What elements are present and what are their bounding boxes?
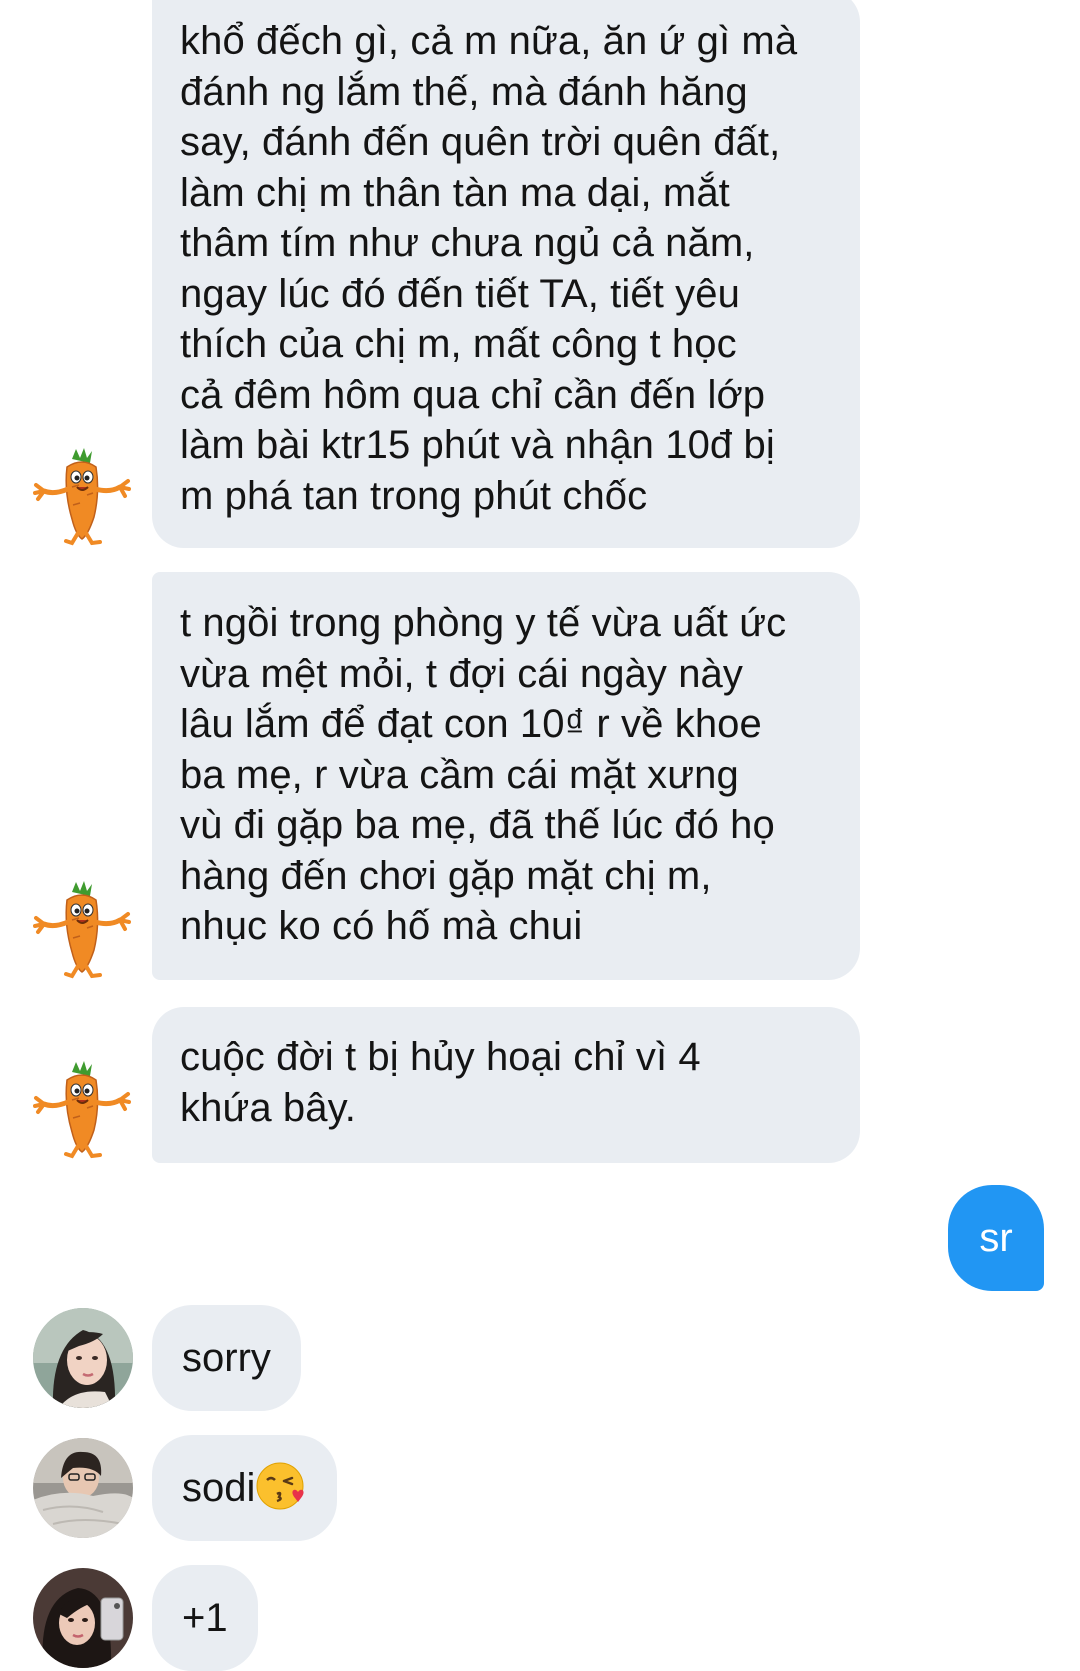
message-text: sodi	[182, 1466, 256, 1510]
message-bubble[interactable]: sodi	[152, 1435, 338, 1541]
message-bubble[interactable]: cuộc đời t bị hủy hoại chỉ vì 4 khứa bây…	[152, 1007, 860, 1163]
carrot-avatar-icon[interactable]	[32, 447, 132, 547]
sent-message-bubble[interactable]: sr	[948, 1185, 1044, 1291]
message-bubble[interactable]: +1	[152, 1565, 258, 1671]
user-avatar[interactable]	[33, 1438, 133, 1538]
message-bubble[interactable]: sorry	[152, 1305, 301, 1411]
face-blowing-kiss-emoji	[256, 1462, 304, 1510]
user-avatar[interactable]	[33, 1308, 133, 1408]
message-bubble[interactable]: khổ đếch gì, cả m nữa, ăn ứ gì mà đánh n…	[152, 0, 860, 548]
message-bubble[interactable]: t ngồi trong phòng y tế vừa uất ức vừa m…	[152, 572, 860, 980]
carrot-avatar-icon[interactable]	[32, 1060, 132, 1160]
message-thread[interactable]: khổ đếch gì, cả m nữa, ăn ứ gì mà đánh n…	[0, 0, 1080, 1671]
carrot-avatar-icon[interactable]	[32, 880, 132, 980]
user-avatar[interactable]	[33, 1568, 133, 1668]
